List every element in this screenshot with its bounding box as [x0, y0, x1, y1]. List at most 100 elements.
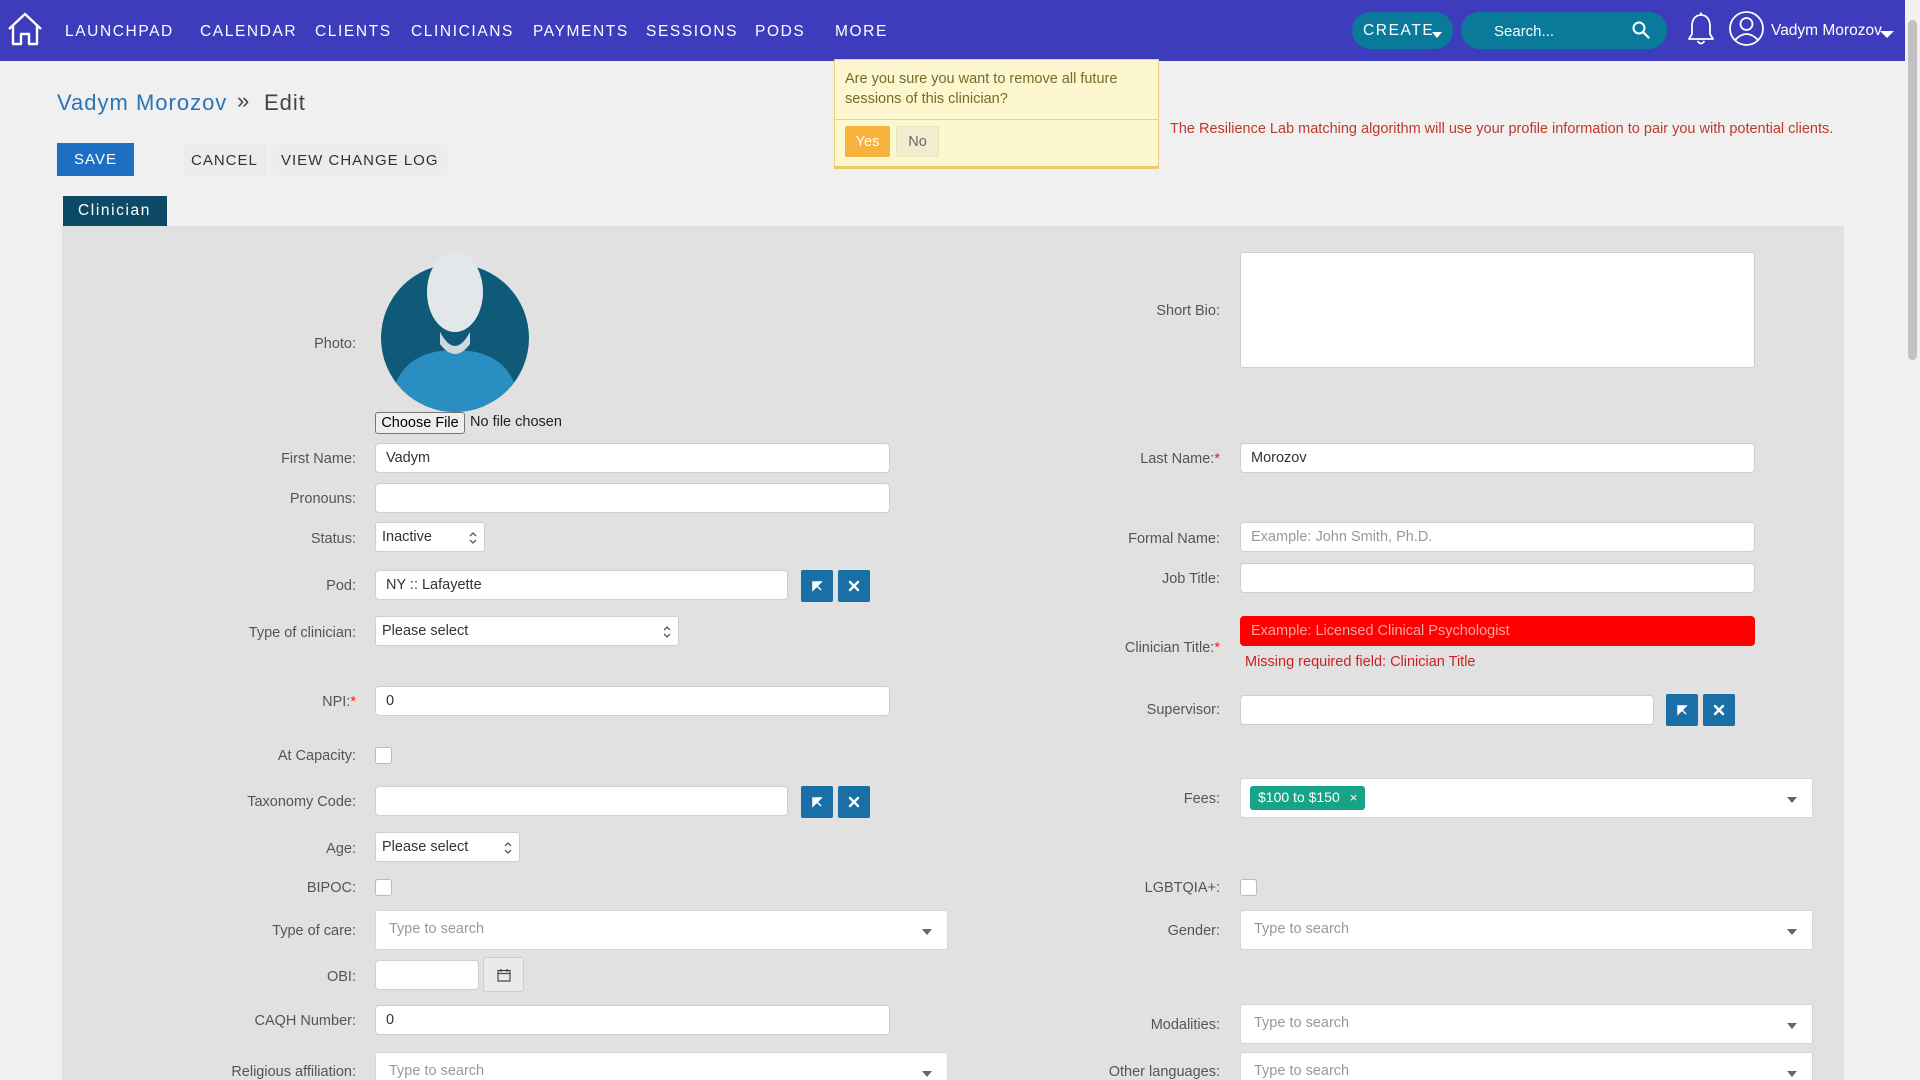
close-icon [1713, 704, 1725, 716]
nav-sessions[interactable]: SESSIONS [646, 23, 738, 41]
pronouns-label: Pronouns: [289, 491, 356, 507]
fee-tag-remove-icon[interactable]: × [1350, 790, 1358, 805]
confirm-remove-sessions-popover: Are you sure you want to remove all futu… [834, 59, 1159, 169]
matching-algorithm-note: The Resilience Lab matching algorithm wi… [1170, 121, 1834, 137]
religious-affiliation-combobox[interactable]: Type to search [375, 1052, 948, 1080]
type-of-care-combobox[interactable]: Type to search [375, 910, 948, 950]
caqh-number-label: CAQH Number: [254, 1013, 356, 1029]
confirm-yes-button[interactable]: Yes [845, 126, 890, 157]
short-bio-textarea[interactable] [1240, 252, 1755, 368]
chevron-down-icon [1787, 1023, 1797, 1029]
chevron-down-icon [1787, 797, 1797, 803]
supervisor-label: Supervisor: [1146, 702, 1220, 718]
job-title-field[interactable] [1240, 563, 1755, 593]
type-of-clinician-label: Type of clinician: [248, 625, 356, 641]
supervisor-select-button[interactable] [1666, 694, 1698, 726]
required-asterisk: * [1214, 640, 1220, 656]
taxonomy-code-label: Taxonomy Code: [247, 794, 356, 810]
pronouns-field[interactable] [375, 483, 890, 513]
obi-label: OBI: [326, 969, 356, 985]
at-capacity-label: At Capacity: [277, 748, 356, 764]
bipoc-checkbox[interactable] [375, 879, 392, 896]
taxonomy-clear-button[interactable] [838, 786, 870, 818]
nav-clients[interactable]: CLIENTS [315, 23, 392, 41]
photo-label: Photo: [314, 336, 356, 352]
breadcrumb-current: Edit [264, 90, 306, 115]
first-name-field[interactable] [375, 443, 890, 473]
save-button[interactable]: SAVE [57, 143, 134, 176]
gender-combobox[interactable]: Type to search [1240, 910, 1813, 950]
nav-pods[interactable]: PODS [755, 23, 805, 41]
formal-name-field[interactable] [1240, 522, 1755, 552]
confirm-message: Are you sure you want to remove all futu… [845, 71, 1118, 107]
page-scrollbar-thumb[interactable] [1908, 20, 1917, 360]
modalities-label: Modalities: [1150, 1017, 1220, 1033]
status-selected-value: Inactive [382, 529, 432, 545]
gender-placeholder: Type to search [1254, 921, 1350, 937]
user-menu-name[interactable]: Vadym Morozov [1771, 22, 1882, 40]
pod-clear-button[interactable] [838, 570, 870, 602]
user-menu-chevron-icon[interactable] [1880, 31, 1894, 38]
caqh-number-field[interactable] [375, 1005, 890, 1035]
confirm-no-button[interactable]: No [896, 126, 939, 157]
breadcrumb-clinician-link[interactable]: Vadym Morozov [57, 90, 227, 116]
choose-file-button[interactable]: Choose File [375, 412, 465, 434]
taxonomy-code-field[interactable] [375, 786, 788, 816]
clinician-title-field[interactable] [1240, 616, 1755, 646]
pod-field[interactable] [375, 570, 788, 600]
modalities-combobox[interactable]: Type to search [1240, 1004, 1813, 1044]
status-select[interactable]: Inactive [375, 522, 485, 552]
clinician-title-label-text: Clinician Title: [1124, 640, 1215, 656]
fees-multiselect[interactable]: $100 to $150 × [1240, 778, 1813, 818]
taxonomy-select-button[interactable] [801, 786, 833, 818]
chevron-down-icon [922, 929, 932, 935]
npi-label: NPI:* [322, 694, 356, 710]
create-label: CREATE [1363, 22, 1435, 39]
fee-tag-label: $100 to $150 [1258, 789, 1340, 805]
chevron-down-icon [922, 1071, 932, 1077]
view-change-log-button[interactable]: VIEW CHANGE LOG [273, 145, 447, 175]
tab-clinician[interactable]: Clinician [63, 196, 167, 226]
nav-calendar[interactable]: CALENDAR [200, 23, 297, 41]
lgbtqia-label: LGBTQIA+: [1144, 880, 1220, 896]
religious-affiliation-placeholder: Type to search [389, 1063, 485, 1079]
pod-select-button[interactable] [801, 570, 833, 602]
at-capacity-checkbox[interactable] [375, 747, 392, 764]
page-scrollbar[interactable] [1905, 0, 1920, 1080]
nav-launchpad[interactable]: LAUNCHPAD [65, 23, 174, 41]
supervisor-clear-button[interactable] [1703, 694, 1735, 726]
user-avatar-icon[interactable] [1728, 10, 1765, 47]
notification-bell-icon[interactable] [1686, 11, 1716, 47]
home-icon[interactable] [6, 11, 44, 47]
required-asterisk: * [350, 694, 356, 710]
lgbtqia-checkbox[interactable] [1240, 879, 1257, 896]
obi-calendar-button[interactable] [483, 957, 524, 992]
obi-date-field[interactable] [375, 960, 479, 990]
first-name-label: First Name: [281, 451, 356, 467]
clinician-title-label: Clinician Title:* [1125, 640, 1220, 656]
nav-payments[interactable]: PAYMENTS [533, 23, 629, 41]
close-icon [848, 580, 860, 592]
type-of-clinician-select[interactable]: Please select [375, 616, 679, 646]
cancel-button[interactable]: CANCEL [183, 145, 266, 175]
age-select[interactable]: Please select [375, 832, 520, 862]
search-input[interactable] [1494, 21, 1634, 41]
npi-label-text: NPI: [322, 694, 351, 710]
supervisor-field[interactable] [1240, 695, 1654, 725]
nav-clinicians[interactable]: CLINICIANS [411, 23, 514, 41]
breadcrumb-separator: » [237, 88, 250, 113]
npi-field[interactable] [375, 686, 890, 716]
nav-more[interactable]: MORE [835, 23, 888, 41]
fee-tag: $100 to $150 × [1250, 786, 1366, 810]
create-dropdown-button[interactable]: CREATE [1352, 12, 1453, 49]
chevron-down-icon [1787, 929, 1797, 935]
chevron-down-icon [1787, 1071, 1797, 1077]
search-icon[interactable] [1632, 21, 1650, 39]
last-name-label-text: Last Name: [1140, 451, 1215, 467]
other-languages-placeholder: Type to search [1254, 1063, 1350, 1079]
last-name-field[interactable] [1240, 443, 1755, 473]
other-languages-combobox[interactable]: Type to search [1240, 1052, 1813, 1080]
gender-label: Gender: [1167, 923, 1220, 939]
global-search [1461, 12, 1667, 49]
formal-name-label: Formal Name: [1128, 531, 1220, 547]
